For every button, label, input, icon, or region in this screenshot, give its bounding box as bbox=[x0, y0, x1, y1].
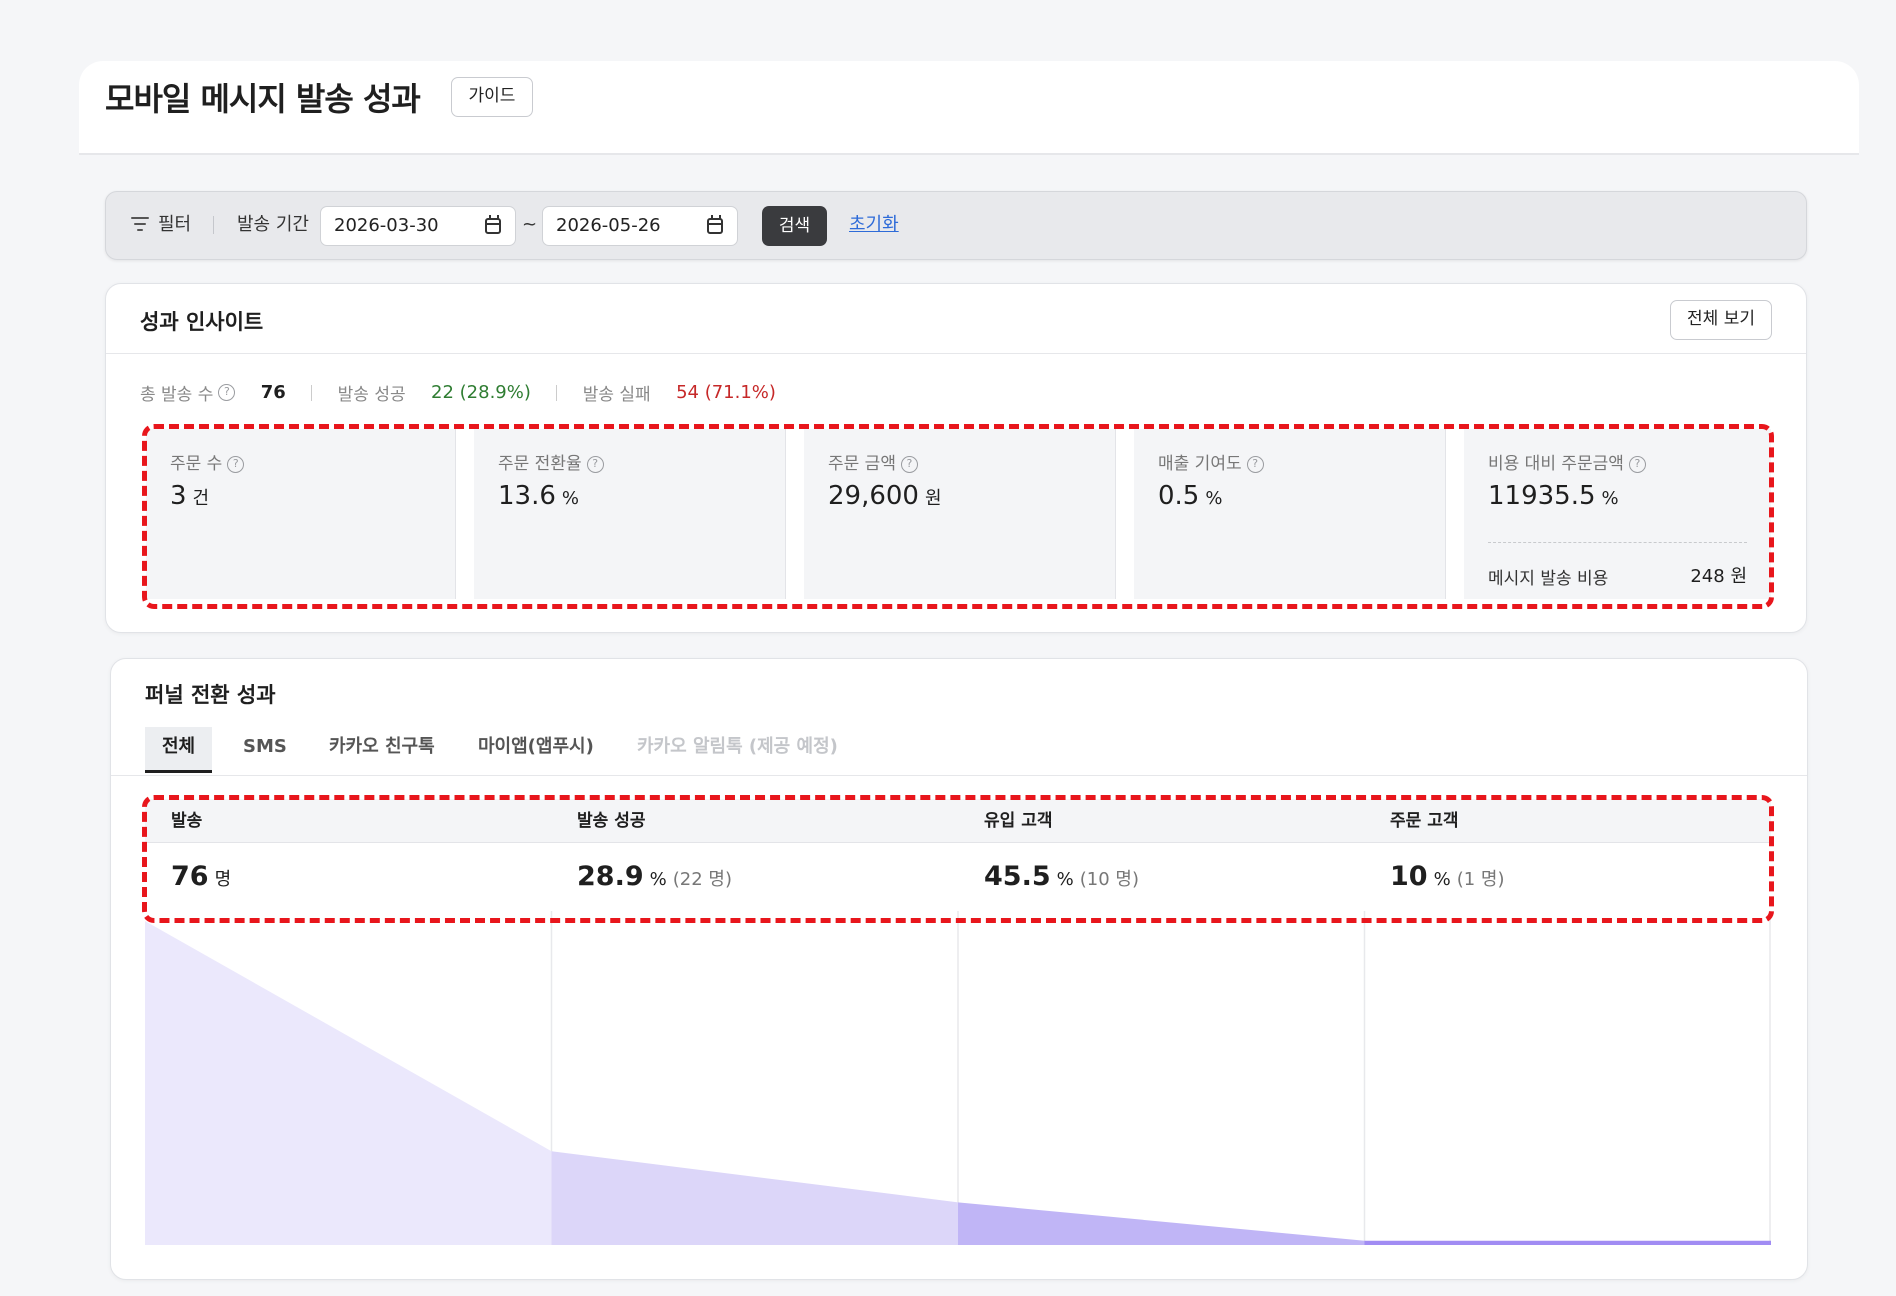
funnel-chart bbox=[145, 911, 1771, 1251]
funnel-stage-area bbox=[1364, 1240, 1771, 1245]
metric-value: 13.6 bbox=[498, 481, 556, 511]
tab-all[interactable]: 전체 bbox=[145, 727, 213, 773]
funnel-unit: % bbox=[1433, 869, 1451, 890]
funnel-table: 발송 발송 성공 유입 고객 주문 고객 76 명 28.9% (22 명) 45.… bbox=[145, 799, 1771, 911]
metric-label: 주문 수 bbox=[170, 454, 223, 474]
metric-unit: % bbox=[1205, 488, 1223, 509]
help-icon[interactable]: ? bbox=[1628, 455, 1646, 473]
funnel-stage-area bbox=[958, 1202, 1365, 1245]
filter-label[interactable]: 필터 bbox=[158, 192, 191, 258]
funnel-header-success: 발송 성공 bbox=[577, 811, 646, 831]
divider bbox=[106, 353, 1806, 354]
view-all-button[interactable]: 전체 보기 bbox=[1670, 300, 1772, 340]
funnel-value-orders: 10% (1 명) bbox=[1364, 843, 1504, 911]
message-cost-label: 메시지 발송 비용 bbox=[1488, 569, 1609, 589]
insight-title: 성과 인사이트 bbox=[140, 310, 264, 334]
funnel-title: 퍼널 전환 성과 bbox=[145, 683, 276, 707]
tab-kakao-alimtalk: 카카오 알림톡 (제공 예정) bbox=[637, 736, 838, 757]
help-icon[interactable]: ? bbox=[227, 455, 245, 473]
metric-sales-contribution: 매출 기여도? 0.5% bbox=[1134, 429, 1446, 599]
metric-unit: 원 bbox=[924, 488, 942, 509]
funnel-chart-svg bbox=[145, 911, 1771, 1245]
funnel-unit: % bbox=[1056, 869, 1074, 890]
help-icon[interactable]: ? bbox=[586, 455, 604, 473]
funnel-card: 퍼널 전환 성과 전체 SMS 카카오 친구톡 마이앱(앱푸시) 카카오 알림톡… bbox=[110, 658, 1808, 1280]
divider bbox=[213, 216, 214, 234]
start-date-field[interactable]: 2026-03-30 bbox=[320, 206, 516, 246]
metric-order-count: 주문 수? 3건 bbox=[146, 429, 456, 599]
send-success-label: 발송 성공 bbox=[337, 385, 406, 405]
divider bbox=[111, 775, 1807, 776]
send-fail-value: 54 (71.1%) bbox=[676, 382, 776, 403]
page-header: 모바일 메시지 발송 성과 가이드 bbox=[79, 61, 1859, 155]
metric-value: 11935.5 bbox=[1488, 481, 1596, 511]
funnel-stage-area bbox=[145, 921, 552, 1245]
funnel-header-visitors: 유입 고객 bbox=[984, 811, 1053, 831]
metric-label: 주문 전환율 bbox=[498, 454, 582, 474]
guide-button[interactable]: 가이드 bbox=[451, 77, 533, 117]
search-button[interactable]: 검색 bbox=[762, 206, 827, 246]
funnel-stage-area bbox=[551, 1151, 958, 1245]
metric-unit: % bbox=[1601, 488, 1619, 509]
calendar-icon[interactable] bbox=[485, 215, 501, 234]
metrics-row: 주문 수? 3건 주문 전환율? 13.6% 주문 금액? 29,600 원 매출… bbox=[146, 429, 1771, 599]
page-title: 모바일 메시지 발송 성과 bbox=[105, 80, 421, 118]
funnel-number: 76 bbox=[171, 861, 209, 892]
funnel-unit: 명 bbox=[214, 869, 232, 890]
end-date-value: 2026-05-26 bbox=[556, 215, 661, 236]
metric-value: 29,600 bbox=[828, 481, 919, 511]
metric-label: 매출 기여도 bbox=[1158, 454, 1242, 474]
calendar-icon[interactable] bbox=[707, 215, 723, 234]
tab-kakao-friend[interactable]: 카카오 친구톡 bbox=[329, 727, 435, 773]
divider bbox=[311, 384, 313, 401]
metric-value: 0.5 bbox=[1158, 481, 1200, 511]
metric-conversion-rate: 주문 전환율? 13.6% bbox=[474, 429, 786, 599]
date-range-separator: ~ bbox=[522, 214, 538, 235]
start-date-value: 2026-03-30 bbox=[334, 215, 439, 236]
total-sends-value: 76 bbox=[260, 382, 286, 403]
divider bbox=[556, 384, 558, 401]
filter-icon[interactable] bbox=[131, 216, 149, 232]
funnel-sub: (10 명) bbox=[1079, 869, 1139, 890]
funnel-value-sent: 76 명 bbox=[145, 843, 237, 911]
help-icon[interactable]: ? bbox=[218, 384, 236, 401]
metric-value: 3 bbox=[170, 481, 187, 511]
funnel-value-visitors: 45.5% (10 명) bbox=[958, 843, 1139, 911]
send-success-value: 22 (28.9%) bbox=[431, 382, 531, 403]
metric-label: 비용 대비 주문금액 bbox=[1488, 454, 1624, 474]
funnel-header-sent: 발송 bbox=[171, 811, 203, 831]
divider bbox=[1488, 542, 1747, 543]
message-cost-value: 248 원 bbox=[1690, 566, 1747, 587]
help-icon[interactable]: ? bbox=[1246, 455, 1264, 473]
insight-card: 성과 인사이트 전체 보기 총 발송 수? 76 발송 성공 22 (28.9%… bbox=[105, 283, 1807, 633]
funnel-sub: (22 명) bbox=[672, 869, 732, 890]
funnel-number: 10 bbox=[1390, 861, 1428, 892]
period-label: 발송 기간 bbox=[237, 214, 309, 235]
funnel-number: 45.5 bbox=[984, 861, 1051, 892]
funnel-value-success: 28.9% (22 명) bbox=[551, 843, 732, 911]
tab-sms[interactable]: SMS bbox=[243, 727, 287, 773]
send-summary: 총 발송 수? 76 발송 성공 22 (28.9%) 발송 실패 54 (71… bbox=[140, 380, 776, 405]
metric-unit: % bbox=[561, 488, 579, 509]
metric-order-amount: 주문 금액? 29,600 원 bbox=[804, 429, 1116, 599]
funnel-header-orders: 주문 고객 bbox=[1390, 811, 1459, 831]
reset-link[interactable]: 초기화 bbox=[849, 192, 899, 258]
metric-label: 주문 금액 bbox=[828, 454, 896, 474]
funnel-unit: % bbox=[649, 869, 667, 890]
metric-unit: 건 bbox=[192, 488, 210, 509]
total-sends-label: 총 발송 수 bbox=[140, 385, 214, 405]
funnel-sub: (1 명) bbox=[1456, 869, 1505, 890]
metric-roas: 비용 대비 주문금액? 11935.5% 메시지 발송 비용 248 원 bbox=[1464, 429, 1771, 599]
tab-my-app-push[interactable]: 마이앱(앱푸시) bbox=[478, 727, 594, 773]
end-date-field[interactable]: 2026-05-26 bbox=[542, 206, 738, 246]
help-icon[interactable]: ? bbox=[900, 455, 918, 473]
send-fail-label: 발송 실패 bbox=[582, 385, 651, 405]
funnel-number: 28.9 bbox=[577, 861, 644, 892]
filter-bar: 필터 발송 기간 2026-03-30 ~ 2026-05-26 검색 초기화 bbox=[105, 191, 1807, 260]
